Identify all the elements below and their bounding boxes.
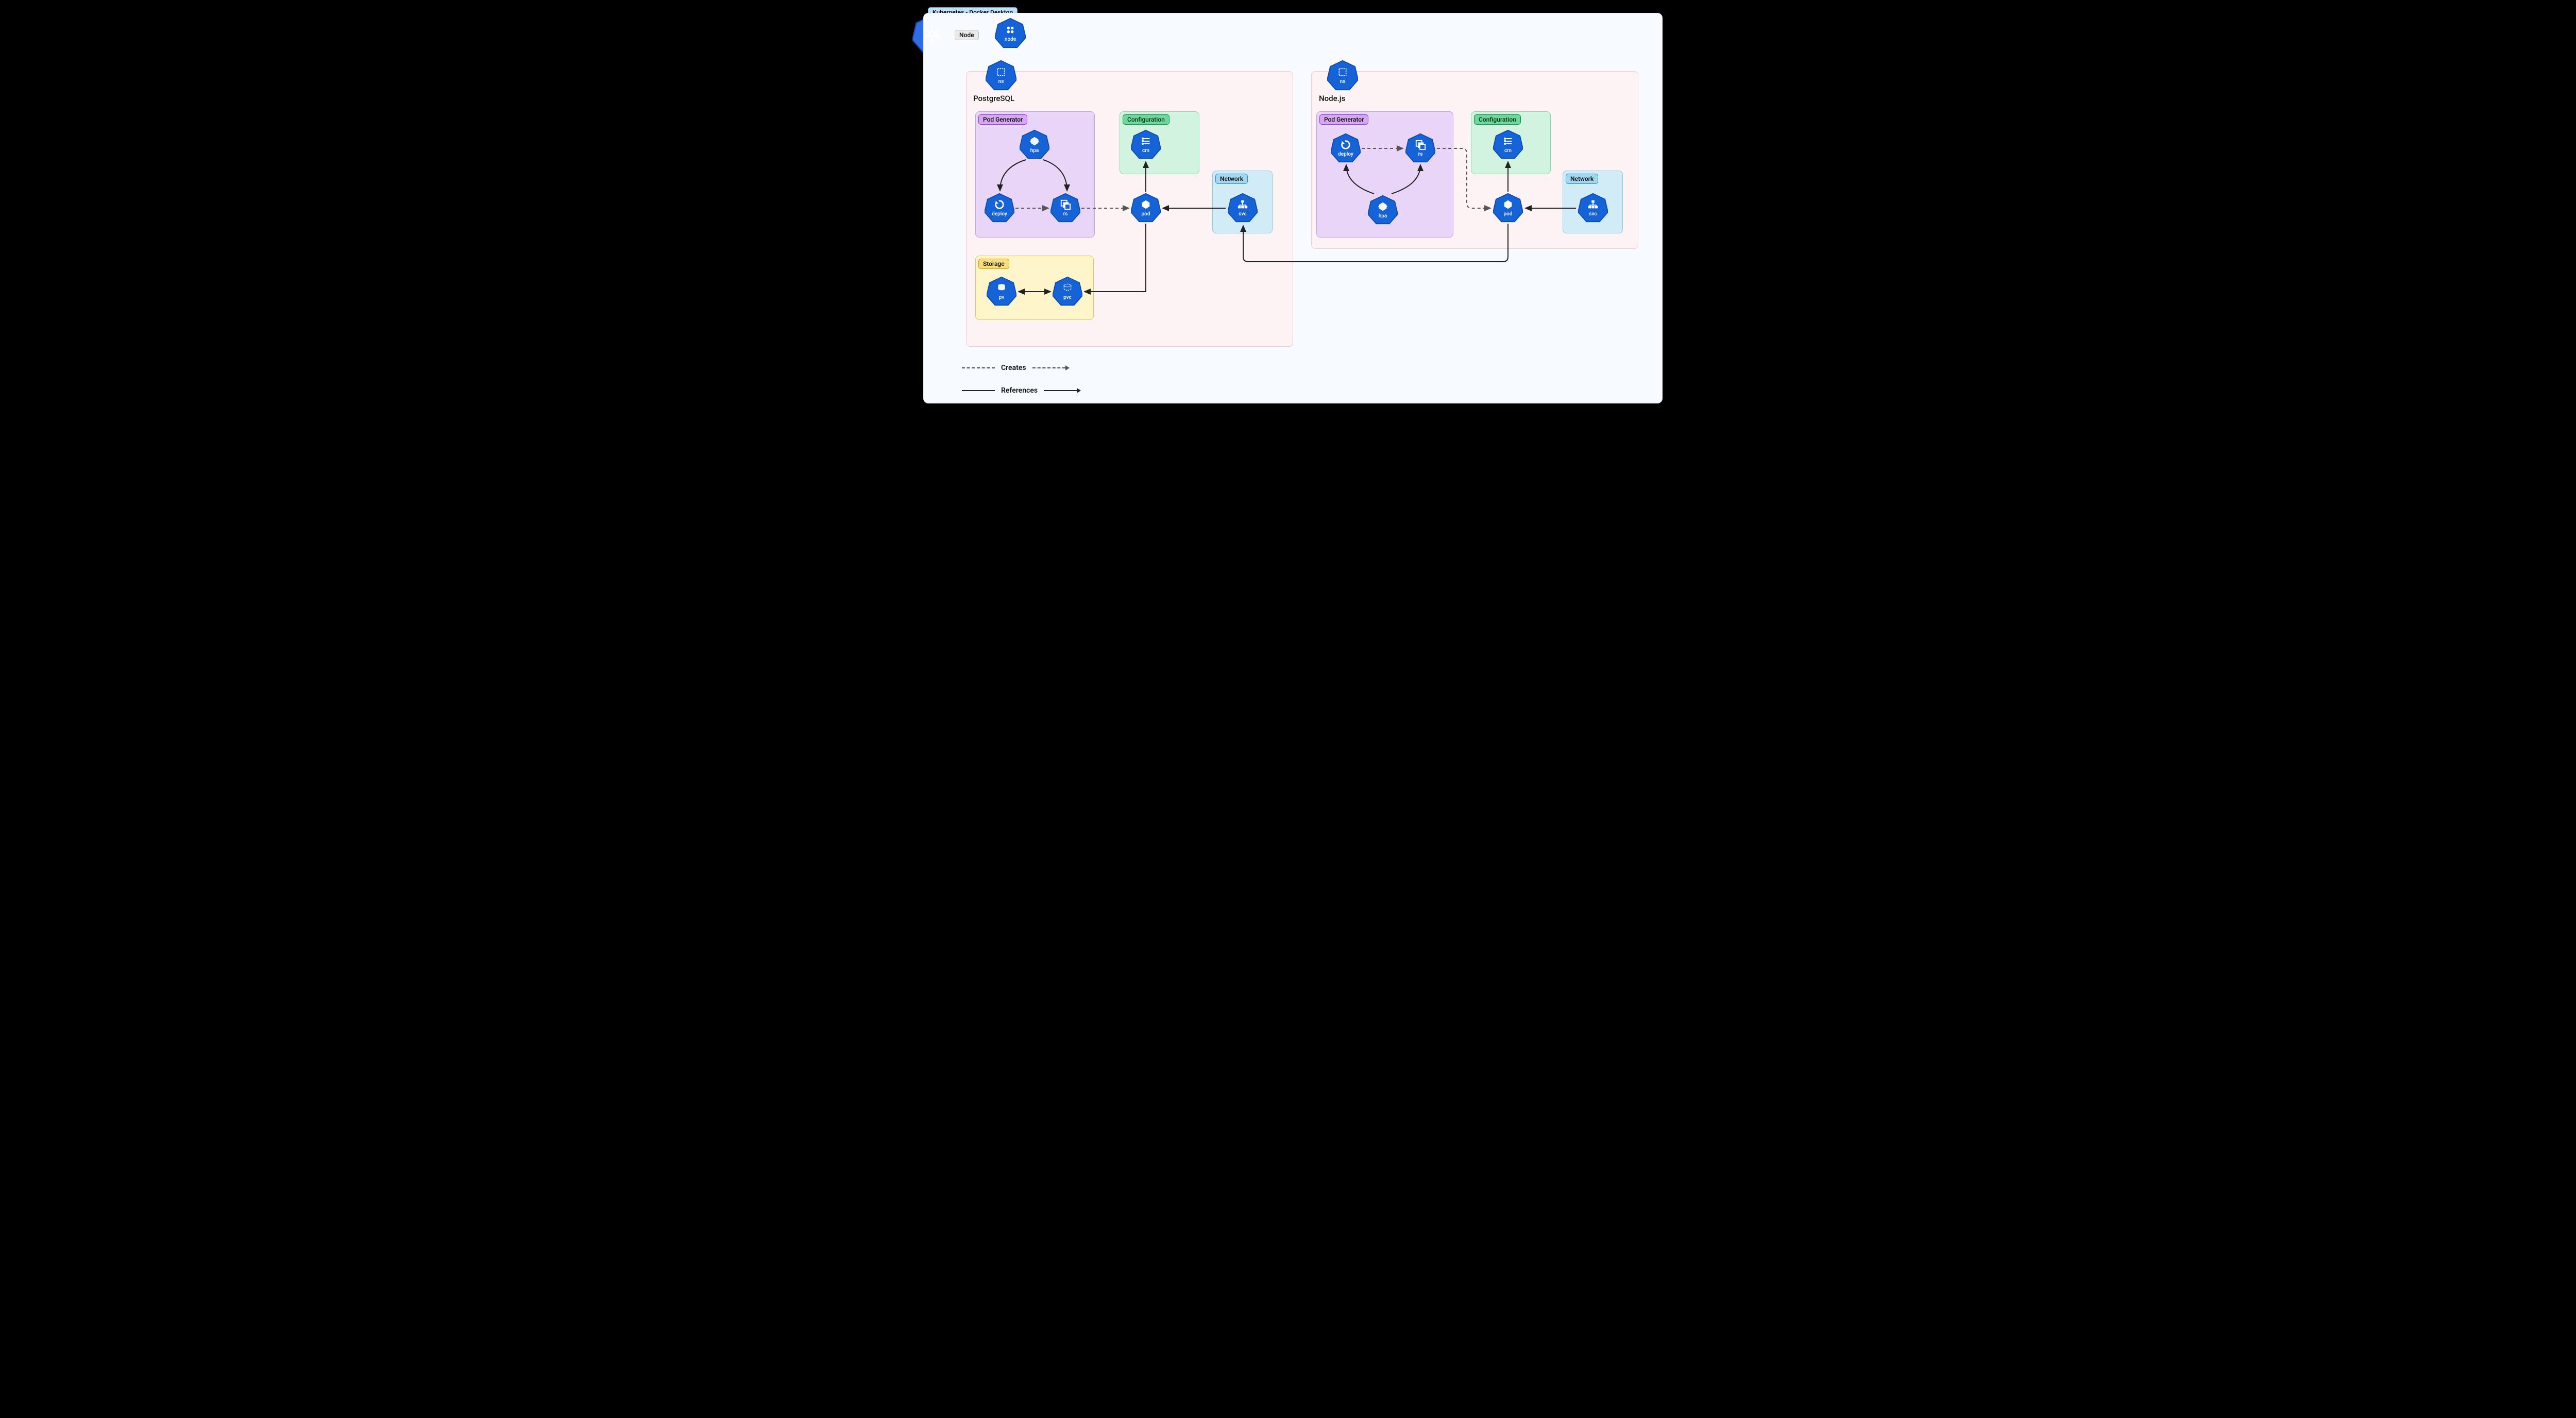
icon-label: deploy [1338, 151, 1353, 157]
pv-icon-l: pv [987, 276, 1016, 306]
podgen-tag-r: Pod Generator [1319, 114, 1368, 125]
ns-icon-nodejs: ns [1327, 60, 1358, 91]
deploy-icon-l: deploy [985, 193, 1014, 223]
config-tag-l: Configuration [1123, 114, 1170, 125]
icon-label: pod [1142, 211, 1150, 217]
icon-label: pod [1504, 211, 1513, 217]
icon-label: hpa [1379, 213, 1387, 219]
network-tag-l: Network [1215, 174, 1248, 184]
network-tag-r: Network [1566, 174, 1598, 184]
node-icon: node [995, 18, 1026, 48]
deploy-icon-r: deploy [1331, 133, 1361, 163]
pod-icon-l: pod [1131, 193, 1161, 223]
hpa-icon-l: hpa [1020, 129, 1049, 159]
legend-creates-label: Creates [1001, 364, 1026, 372]
diagram-stage: Kubernetes - Docker Desktop Node node ns… [900, 0, 1676, 420]
config-tag-r: Configuration [1474, 114, 1521, 125]
icon-label: hpa [1030, 148, 1039, 154]
icon-label: deploy [992, 211, 1007, 217]
ns-text: ns [1340, 79, 1346, 85]
icon-label: cm [1142, 148, 1149, 154]
pod-icon-r: pod [1493, 193, 1523, 223]
icon-label: rs [1418, 151, 1423, 157]
icon-label: pv [999, 295, 1005, 300]
icon-label: pvc [1063, 295, 1072, 300]
ns-icon-postgresql: ns [986, 60, 1016, 91]
rs-icon-l: rs [1050, 193, 1080, 223]
ns-label-nodejs: Node.js [1319, 94, 1345, 103]
rs-icon-r: rs [1405, 133, 1435, 163]
icon-label: cm [1504, 148, 1512, 154]
pvc-icon-l: pvc [1053, 276, 1082, 306]
node-label: node [1005, 37, 1016, 42]
cm-icon-l: cm [1131, 129, 1161, 159]
node-tag: Node [955, 30, 979, 40]
icon-label: svc [1589, 211, 1597, 217]
icon-label: svc [1239, 211, 1246, 217]
legend-references-label: References [1001, 386, 1038, 395]
ns-text: ns [998, 79, 1004, 85]
node-canvas: Node node ns PostgreSQL Pod Generator Co… [923, 13, 1663, 403]
hpa-icon-r: hpa [1368, 195, 1398, 225]
storage-tag-l: Storage [978, 259, 1009, 269]
legend-creates: Creates [962, 364, 1070, 372]
legend-references: References [962, 386, 1081, 395]
svc-icon-l: svc [1228, 193, 1258, 223]
svc-icon-r: svc [1578, 193, 1608, 223]
cm-icon-r: cm [1493, 129, 1523, 159]
icon-label: rs [1063, 211, 1068, 217]
podgen-tag-l: Pod Generator [978, 114, 1027, 125]
ns-label-postgresql: PostgreSQL [973, 94, 1014, 103]
